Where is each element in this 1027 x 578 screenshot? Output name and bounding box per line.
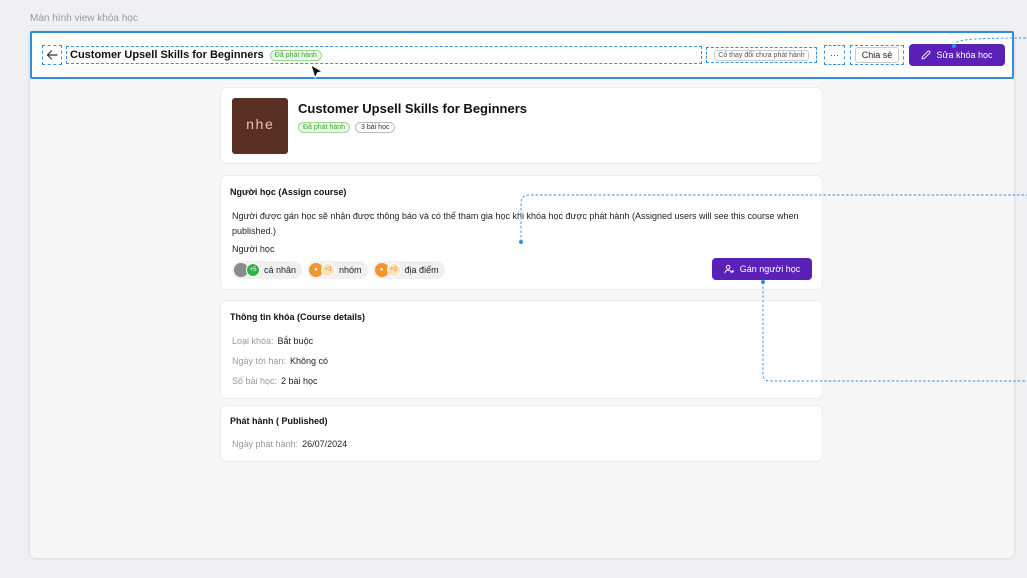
published-value: 26/07/2024 (302, 439, 348, 449)
frame-label: Màn hình view khóa học (30, 13, 138, 24)
learners-label: Người học (232, 244, 275, 254)
detail-row: Loại khóa: Bắt buộc (232, 336, 313, 346)
edit-course-button[interactable]: Sửa khóa học (909, 44, 1005, 66)
detail-key: Loại khóa: (232, 336, 274, 346)
course-details-card: Thông tin khóa (Course details) Loại khó… (220, 300, 823, 399)
chip-label: cá nhân (264, 265, 297, 275)
share-button[interactable]: Chia sẻ (854, 47, 900, 63)
published-row: Ngày phát hành: 26/07/2024 (232, 439, 347, 449)
count-avatar: +3 (386, 263, 401, 277)
detail-value: Không có (289, 356, 328, 366)
mouse-cursor-icon (310, 64, 324, 80)
unpublished-changes-area: Có thay đổi chưa phát hành (706, 47, 817, 63)
course-status-badge: Đã phát hành (298, 122, 351, 133)
count-avatar: +3 (321, 263, 336, 277)
course-title: Customer Upsell Skills for Beginners (298, 101, 528, 116)
learner-chip-locations[interactable]: ● +3 địa điểm (372, 261, 445, 279)
arrow-left-icon (46, 50, 58, 60)
learners-description: Người được gán học sẽ nhận được thông bá… (232, 211, 799, 236)
published-card: Phát hành ( Published) Ngày phát hành: 26… (220, 405, 823, 462)
published-key: Ngày phát hành: (232, 439, 299, 449)
edit-course-label: Sửa khóa học (936, 50, 993, 60)
published-heading: Phát hành ( Published) (230, 416, 328, 426)
assign-learners-button[interactable]: Gán người học (712, 258, 812, 280)
course-header: Customer Upsell Skills for Beginners Đã … (30, 31, 1014, 79)
learner-chip-groups[interactable]: ● +3 nhóm (307, 261, 368, 279)
count-avatar: +5 (246, 263, 260, 277)
detail-row: Ngày tới hạn: Không có (232, 356, 328, 366)
lesson-count-badge: 3 bài học (355, 122, 396, 133)
more-options-button[interactable]: ··· (824, 45, 845, 65)
header-course-title: Customer Upsell Skills for Beginners (70, 49, 264, 61)
header-status-badge: Đã phát hành (269, 49, 322, 61)
chip-label: địa điểm (404, 265, 439, 275)
detail-value: Bắt buộc (277, 336, 314, 346)
share-area: Chia sẻ (850, 45, 904, 65)
header-title-area: Customer Upsell Skills for Beginners Đã … (66, 46, 702, 64)
detail-value: 2 bài học (281, 376, 318, 386)
unpublished-changes-badge: Có thay đổi chưa phát hành (714, 49, 809, 61)
detail-key: Số bài học: (232, 376, 278, 386)
chip-label: nhóm (339, 265, 362, 275)
back-button[interactable] (42, 45, 62, 65)
course-summary-card: nhe Customer Upsell Skills for Beginners… (220, 87, 823, 164)
learners-card: Người học (Assign course) Người được gán… (220, 175, 823, 290)
detail-row: Số bài học: 2 bài học (232, 376, 318, 386)
pencil-icon (922, 50, 931, 60)
detail-key: Ngày tới hạn: (232, 356, 286, 366)
learner-chip-individuals[interactable]: +5 cá nhân (232, 261, 303, 279)
details-heading: Thông tin khóa (Course details) (230, 312, 366, 322)
course-thumbnail: nhe (232, 98, 288, 154)
learners-heading: Người học (Assign course) (230, 187, 347, 197)
add-user-icon (724, 264, 734, 273)
assign-learners-label: Gán người học (739, 264, 801, 274)
